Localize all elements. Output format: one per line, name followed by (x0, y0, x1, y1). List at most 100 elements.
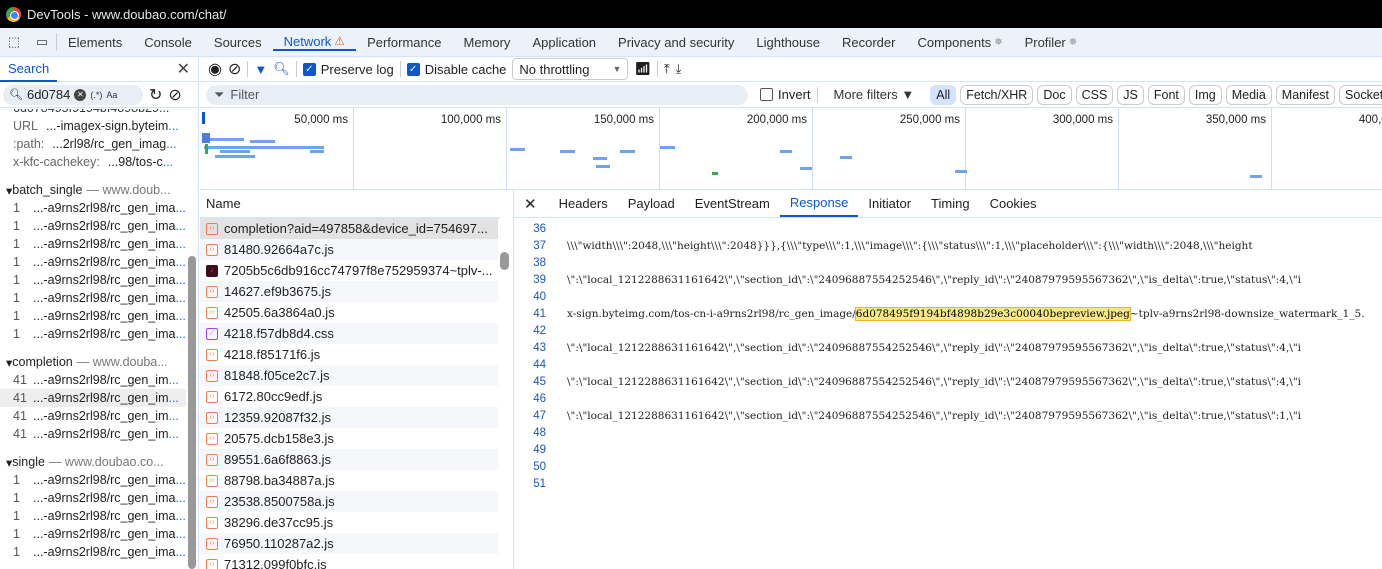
request-row[interactable]: ‹› 88798.ba34887a.js (200, 470, 498, 491)
filter-type-css[interactable]: CSS (1075, 84, 1114, 105)
filter-type-socket[interactable]: Socket (1339, 84, 1382, 105)
tab-profiler[interactable]: Profiler ❅ (1014, 33, 1089, 51)
request-row[interactable]: ‹› 76950.110287a2.js (200, 533, 498, 554)
request-row[interactable]: ‹› 81848.f05ce2c7.js (200, 365, 498, 386)
result-item[interactable]: 1 ...-a9rns2rl98/rc_gen_ima... (0, 471, 186, 489)
result-group-completion[interactable]: ▾ completion — www.douba... (0, 353, 186, 371)
regex-toggle[interactable]: (.*) (90, 90, 102, 100)
tab-performance[interactable]: Performance (356, 33, 452, 51)
filter-type-doc[interactable]: Doc (1037, 84, 1072, 105)
tab-initiator[interactable]: Initiator (858, 190, 921, 217)
search-tab[interactable]: Search (0, 57, 58, 82)
tab-console[interactable]: Console (133, 33, 203, 51)
result-item[interactable]: 1 ...-a9rns2rl98/rc_gen_ima... (0, 199, 186, 217)
request-row[interactable]: ‹› 6172.80cc9edf.js (200, 386, 498, 407)
name-column-header[interactable]: Name (200, 190, 500, 218)
tab-headers[interactable]: Headers (549, 190, 618, 217)
request-row[interactable]: ‹› 38296.de37cc95.js (200, 512, 498, 533)
result-item[interactable]: 1 ...-a9rns2rl98/rc_gen_ima... (0, 507, 186, 525)
close-search-icon[interactable]: ✕ (177, 59, 190, 79)
filter-input[interactable]: ⏷ Filter (206, 84, 748, 105)
request-row[interactable]: ‹› completion?aid=497858&device_id=754697… (200, 218, 498, 239)
result-item[interactable]: 1 ...-a9rns2rl98/rc_gen_ima... (0, 525, 186, 543)
request-row[interactable]: ‹› 71312.099f0bfc.js (200, 554, 498, 569)
tab-recorder[interactable]: Recorder (831, 33, 906, 51)
clear-log-icon[interactable]: ⊘ (228, 59, 241, 79)
tab-network[interactable]: Network ⚠ (272, 33, 357, 51)
result-item[interactable]: 1 ...-a9rns2rl98/rc_gen_ima... (0, 271, 186, 289)
tab-privacy-and-security[interactable]: Privacy and security (607, 33, 745, 51)
request-row[interactable]: ⟋ 4218.f57db8d4.css (200, 323, 498, 344)
request-row[interactable]: ♪ 7205b5c6db916cc74797f8e752959374~tplv-.… (200, 260, 498, 281)
request-row[interactable]: ‹› 42505.6a3864a0.js (200, 302, 498, 323)
tab-cookies[interactable]: Cookies (980, 190, 1047, 217)
export-har-icon[interactable]: ⤓ (676, 61, 682, 77)
result-item[interactable]: 1 ...-a9rns2rl98/rc_gen_ima... (0, 217, 186, 235)
record-icon[interactable]: ◉ (208, 59, 222, 79)
search-results-scroll-thumb[interactable] (188, 256, 196, 569)
clear-search-icon[interactable]: ✕ (74, 88, 87, 101)
request-row[interactable]: ‹› 12359.92087f32.js (200, 407, 498, 428)
result-item[interactable]: 1 ...-a9rns2rl98/rc_gen_ima... (0, 489, 186, 507)
network-overview-timeline[interactable]: 50,000 ms 100,000 ms 150,000 ms 200,000 ms 2… (200, 108, 1382, 190)
result-item[interactable]: 41 ...-a9rns2rl98/rc_gen_im... (0, 425, 186, 443)
request-list-scroll-thumb[interactable] (500, 252, 509, 270)
request-name: 4218.f57db8d4.css (224, 326, 334, 341)
request-row[interactable]: ‹› 14627.ef9b3675.js (200, 281, 498, 302)
preserve-log-checkbox[interactable]: ✓ Preserve log (302, 62, 394, 77)
result-item[interactable]: 1 ...-a9rns2rl98/rc_gen_ima... (0, 325, 186, 343)
filter-icon[interactable]: ▼ (254, 62, 267, 77)
refresh-icon[interactable]: ↻ (149, 85, 162, 105)
result-item[interactable]: 1 ...-a9rns2rl98/rc_gen_ima... (0, 307, 186, 325)
result-partial[interactable]: 6d078495f9194bf4898b29... (0, 109, 186, 117)
result-field[interactable]: x-kfc-cachekey: ...98/tos-c... (0, 153, 186, 171)
search-network-icon[interactable]: 🔍︎ (273, 61, 290, 77)
filter-type-fetch-xhr[interactable]: Fetch/XHR (960, 84, 1034, 105)
request-row[interactable]: ‹› 4218.f85171f6.js (200, 344, 498, 365)
tab-lighthouse[interactable]: Lighthouse (745, 33, 831, 51)
tab-payload[interactable]: Payload (618, 190, 685, 217)
result-field[interactable]: URL ...-imagex-sign.byteim... (0, 117, 186, 135)
result-field[interactable]: :path: ...2rl98/rc_gen_imag... (0, 135, 186, 153)
disable-cache-checkbox[interactable]: ✓ Disable cache (406, 62, 506, 77)
filter-type-font[interactable]: Font (1147, 84, 1185, 105)
throttling-select[interactable]: No throttling ▼ (512, 58, 629, 80)
filter-type-img[interactable]: Img (1188, 84, 1222, 105)
request-row[interactable]: ‹› 81480.92664a7c.js (200, 239, 498, 260)
match-case-toggle[interactable]: Aa (106, 90, 117, 100)
more-filters-dropdown[interactable]: More filters ▼ (834, 87, 915, 102)
result-group-single[interactable]: ▾ single — www.doubao.co... (0, 453, 186, 471)
filter-type-manifest[interactable]: Manifest (1275, 84, 1336, 105)
request-row[interactable]: ‹› 20575.dcb158e3.js (200, 428, 498, 449)
invert-checkbox[interactable]: Invert (760, 87, 811, 102)
network-conditions-icon[interactable]: 📶︎ (634, 61, 651, 77)
overview-handle[interactable] (202, 112, 205, 124)
search-input[interactable]: 🔍︎ 6d0784 ✕ (.*) Aa (3, 84, 143, 105)
tab-memory[interactable]: Memory (452, 33, 521, 51)
tab-components[interactable]: Components ❅ (906, 33, 1013, 51)
close-details-icon[interactable]: ✕ (524, 190, 537, 217)
tab-timing[interactable]: Timing (921, 190, 980, 217)
device-toolbar-icon[interactable]: ▭ (28, 28, 56, 56)
tab-application[interactable]: Application (521, 33, 607, 51)
result-item[interactable]: 1 ...-a9rns2rl98/rc_gen_ima... (0, 289, 186, 307)
result-item[interactable]: 41 ...-a9rns2rl98/rc_gen_im... (0, 371, 186, 389)
inspect-element-icon[interactable]: ⬚ (0, 28, 28, 56)
clear-icon[interactable]: ⊘ (168, 85, 181, 105)
request-row[interactable]: ‹› 89551.6a6f8863.js (200, 449, 498, 470)
result-group-batch_single[interactable]: ▾ batch_single — www.doub... (0, 181, 186, 199)
tab-response[interactable]: Response (779, 190, 859, 217)
filter-type-all[interactable]: All (930, 84, 957, 105)
tab-eventstream[interactable]: EventStream (685, 190, 780, 217)
filter-type-js[interactable]: JS (1117, 84, 1144, 105)
tab-sources[interactable]: Sources (203, 33, 273, 51)
filter-type-media[interactable]: Media (1225, 84, 1272, 105)
import-har-icon[interactable]: ⤒ (664, 61, 670, 77)
result-item[interactable]: 1 ...-a9rns2rl98/rc_gen_ima... (0, 235, 186, 253)
result-item[interactable]: 41 ...-a9rns2rl98/rc_gen_im... (0, 407, 186, 425)
result-item[interactable]: 1 ...-a9rns2rl98/rc_gen_ima... (0, 543, 186, 561)
result-item[interactable]: 1 ...-a9rns2rl98/rc_gen_ima... (0, 253, 186, 271)
result-item[interactable]: 41 ...-a9rns2rl98/rc_gen_im... (0, 389, 186, 407)
tab-elements[interactable]: Elements (57, 33, 133, 51)
request-row[interactable]: ‹› 23538.8500758a.js (200, 491, 498, 512)
